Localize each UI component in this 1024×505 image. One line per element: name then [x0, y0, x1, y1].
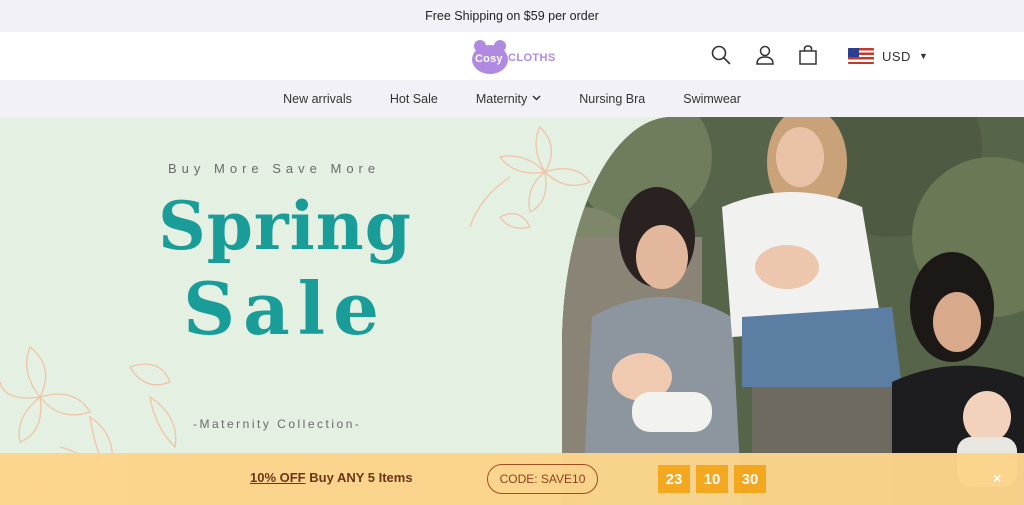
hero-subtitle: Buy More Save More	[168, 161, 381, 176]
user-icon[interactable]	[754, 44, 776, 66]
hero-banner[interactable]: Buy More Save More Spring Sale -Maternit…	[0, 117, 1024, 505]
countdown-minutes: 10	[696, 465, 728, 493]
logo[interactable]: Cosy CLOTHS	[472, 38, 556, 74]
chevron-down-icon: ▼	[918, 51, 928, 61]
search-icon[interactable]	[710, 44, 732, 66]
hero-title-line2: Sale	[183, 266, 387, 351]
nav-item-hot-sale[interactable]: Hot Sale	[390, 92, 438, 106]
logo-text-cloths: CLOTHS	[508, 52, 556, 64]
promo-offer: Buy ANY 5 Items	[309, 470, 413, 485]
nav-item-new-arrivals[interactable]: New arrivals	[283, 92, 352, 106]
countdown-seconds: 30	[734, 465, 766, 493]
promo-code-label: CODE: SAVE10	[499, 472, 586, 486]
countdown-hours: 23	[658, 465, 690, 493]
nav-item-label: Nursing Bra	[579, 91, 646, 106]
promo-text: 10% OFF Buy ANY 5 Items	[250, 470, 413, 485]
announcement-text: Free Shipping on $59 per order	[425, 9, 599, 23]
hero-title: Spring Sale	[155, 193, 415, 345]
hero-photo	[562, 117, 1024, 505]
nav-item-swimwear[interactable]: Swimwear	[683, 92, 741, 106]
nav-item-label: New arrivals	[283, 91, 352, 106]
nav-item-nursing-bra[interactable]: Nursing Bra	[579, 92, 645, 106]
promo-bar: 10% OFF Buy ANY 5 Items CODE: SAVE10 23 …	[0, 453, 1024, 505]
hero-collection-label: -Maternity Collection-	[193, 417, 362, 431]
us-flag-icon	[848, 48, 874, 64]
nav-item-label: Maternity	[475, 91, 528, 106]
currency-label: USD	[882, 48, 911, 64]
hero-title-line1: Spring	[158, 187, 412, 265]
nav-item-maternity[interactable]: Maternity	[476, 92, 541, 106]
nav-item-label: Swimwear	[683, 91, 741, 106]
main-nav: New arrivals Hot Sale Maternity Nursing …	[0, 80, 1024, 117]
site-header: Cosy CLOTHS USD ▼	[0, 32, 1024, 80]
chevron-down-icon	[532, 94, 541, 103]
promo-discount[interactable]: 10% OFF	[250, 470, 306, 485]
bear-logo-icon: Cosy	[472, 40, 508, 74]
announcement-bar: Free Shipping on $59 per order	[0, 0, 1024, 32]
currency-selector[interactable]: USD ▼	[848, 46, 928, 66]
shopping-bag-icon[interactable]	[797, 44, 819, 66]
nav-item-label: Hot Sale	[389, 91, 438, 106]
close-icon[interactable]: ×	[993, 470, 1001, 486]
logo-text-cosy: Cosy	[475, 53, 503, 65]
promo-code-button[interactable]: CODE: SAVE10	[487, 464, 598, 494]
